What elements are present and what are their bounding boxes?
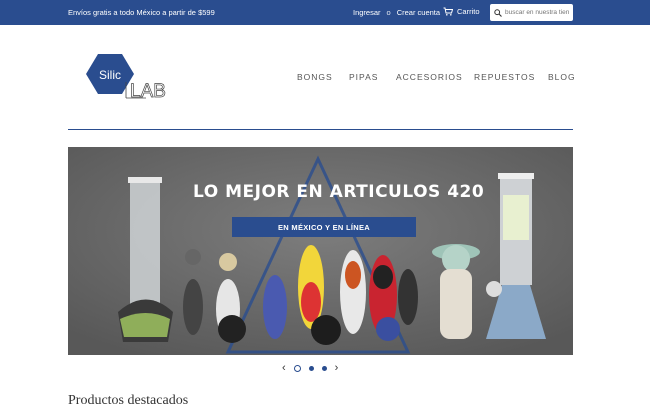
site-logo[interactable]: Silic LAB: [86, 52, 186, 102]
cart-label: Carrito: [457, 7, 480, 16]
nav-accesorios[interactable]: ACCESORIOS: [396, 72, 463, 82]
top-bar: Envíos gratis a todo México a partir de …: [0, 0, 650, 25]
hero-slide[interactable]: LO MEJOR EN ARTICULOS 420 EN MÉXICO Y EN…: [68, 147, 573, 355]
header-divider: [68, 129, 573, 130]
nav-pipas[interactable]: PIPAS: [349, 72, 378, 82]
logo-mark: Silic LAB: [86, 54, 166, 102]
hero-image: [68, 147, 573, 355]
section-title: Productos destacados: [68, 393, 189, 408]
slide-dot-3[interactable]: [321, 365, 327, 371]
promo-text: Envíos gratis a todo México a partir de …: [68, 8, 215, 17]
cart-icon: [443, 7, 453, 16]
slide-dot-2[interactable]: [308, 365, 314, 371]
search-icon[interactable]: [494, 8, 502, 17]
nav-blog[interactable]: BLOG: [548, 72, 576, 82]
nav-bongs[interactable]: BONGS: [297, 72, 333, 82]
svg-text:LAB: LAB: [130, 81, 166, 102]
hero-headline: LO MEJOR EN ARTICULOS 420: [193, 182, 485, 202]
or-text: o: [386, 8, 391, 17]
svg-text:Silic: Silic: [99, 68, 121, 82]
account-links: Ingresar o Crear cuenta: [353, 8, 440, 17]
nav-repuestos[interactable]: REPUESTOS: [474, 72, 535, 82]
next-arrow-icon[interactable]: ›: [335, 362, 339, 374]
prev-arrow-icon[interactable]: ‹: [282, 362, 286, 374]
slider-controls: ‹ ›: [282, 362, 362, 374]
register-link[interactable]: Crear cuenta: [397, 8, 440, 17]
slide-dot-1[interactable]: [293, 364, 301, 372]
search-input[interactable]: [505, 9, 569, 16]
cart-link[interactable]: Carrito: [443, 7, 480, 16]
search-box: [490, 4, 573, 21]
login-link[interactable]: Ingresar: [353, 8, 381, 17]
hero-tagline: EN MÉXICO Y EN LÍNEA: [232, 217, 416, 237]
